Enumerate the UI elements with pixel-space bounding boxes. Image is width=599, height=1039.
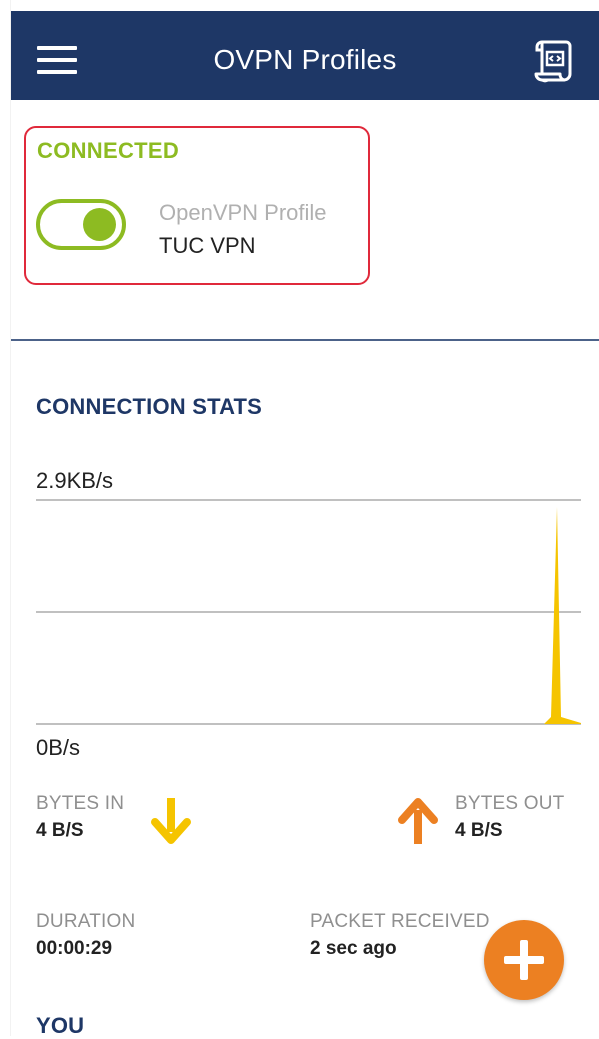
profile-name[interactable]: TUC VPN <box>159 233 256 259</box>
profile-type-label: OpenVPN Profile <box>159 200 327 225</box>
connection-toggle[interactable] <box>36 199 126 250</box>
section-divider <box>11 339 599 341</box>
duration-value: 00:00:29 <box>36 938 113 959</box>
connection-status-label: CONNECTED <box>37 138 180 163</box>
arrow-down-icon <box>151 796 191 851</box>
bytes-out-label: BYTES OUT <box>455 793 565 814</box>
packet-received-value: 2 sec ago <box>310 938 397 959</box>
import-file-icon[interactable] <box>532 36 578 86</box>
duration-label: DURATION <box>36 911 136 932</box>
bytes-in-value: 4 B/S <box>36 820 84 841</box>
app-bar: OVPN Profiles <box>11 11 599 100</box>
traffic-chart <box>36 499 581 725</box>
bytes-in-label: BYTES IN <box>36 793 125 814</box>
bytes-in-traffic-spike <box>544 507 581 724</box>
page-title: OVPN Profiles <box>213 44 397 75</box>
add-profile-button[interactable] <box>484 920 564 1000</box>
bytes-out-value: 4 B/S <box>455 820 503 841</box>
arrow-up-icon <box>398 796 438 851</box>
chart-max-label: 2.9KB/s <box>36 468 114 493</box>
left-edge-strip <box>0 0 11 1036</box>
connection-stats-title: CONNECTION STATS <box>36 394 263 419</box>
chart-min-label: 0B/s <box>36 735 81 760</box>
packet-received-label: PACKET RECEIVED <box>310 911 490 932</box>
toggle-knob <box>83 208 116 241</box>
you-section-title: YOU <box>36 1013 85 1038</box>
